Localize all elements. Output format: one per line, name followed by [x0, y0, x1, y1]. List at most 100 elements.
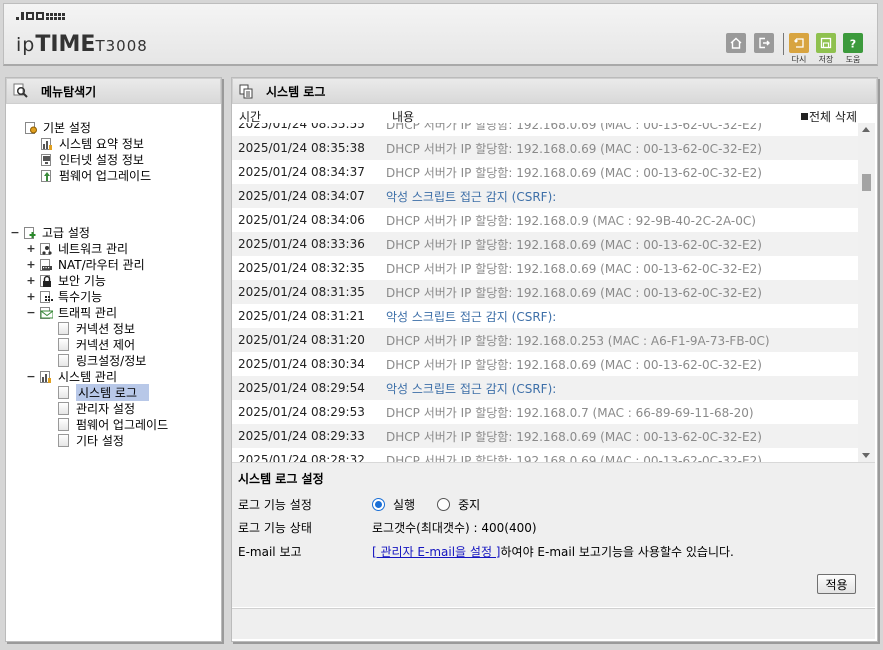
panel-footer	[232, 608, 875, 639]
tree-item-firmware-upgrade-basic[interactable]: 펌웨어 업그레이드	[41, 168, 151, 183]
bar-chart-icon	[41, 137, 54, 151]
log-message: DHCP 서버가 IP 할당함: 192.168.0.69 (MAC : 00-…	[386, 237, 762, 252]
radio-stop-label[interactable]: 중지	[458, 496, 480, 513]
help-icon: ?	[850, 38, 856, 51]
help-button[interactable]: ?	[843, 33, 863, 53]
tree-item-internet-info[interactable]: 인터넷 설정 정보	[41, 152, 144, 167]
radio-run-label[interactable]: 실행	[393, 496, 415, 513]
log-status-row: 로그 기능 상태 로그갯수(최대갯수) : 400(400)	[238, 519, 537, 536]
tree-item-connection-control[interactable]: 커넥션 제어	[58, 337, 135, 352]
log-row: 2025/01/24 08:31:20 DHCP 서버가 IP 할당함: 192.…	[232, 328, 858, 352]
expand-toggle[interactable]: +	[26, 258, 36, 271]
admin-email-link[interactable]: [ 관리자 E-mail을 설정 ]	[372, 543, 501, 560]
log-time: 2025/01/24 08:34:06	[238, 213, 365, 227]
tree-item-traffic[interactable]: − 트래픽 관리	[26, 305, 117, 320]
expand-toggle[interactable]: +	[26, 290, 36, 303]
router-icon	[40, 258, 53, 272]
collapse-toggle[interactable]: −	[10, 226, 20, 239]
scroll-up-icon[interactable]	[862, 127, 870, 132]
tree-item-system-management[interactable]: − 시스템 관리	[26, 369, 117, 384]
log-alert-message: 악성 스크립트 접근 감지 (CSRF):	[386, 189, 557, 204]
tree-item-admin-settings[interactable]: 관리자 설정	[58, 401, 135, 416]
tree-group-basic[interactable]: 기본 설정	[25, 120, 91, 135]
collapse-toggle[interactable]: −	[26, 370, 36, 383]
logout-icon	[759, 37, 770, 49]
log-message: DHCP 서버가 IP 할당함: 192.168.0.69 (MAC : 00-…	[386, 141, 762, 156]
tree-item-network[interactable]: + 네트워크 관리	[26, 241, 128, 256]
bar-chart-icon	[40, 370, 53, 384]
delete-square-icon	[801, 113, 809, 120]
log-time: 2025/01/24 08:30:34	[238, 357, 365, 371]
copy-pages-icon	[239, 84, 254, 99]
log-row: 2025/01/24 08:30:34 DHCP 서버가 IP 할당함: 192.…	[232, 352, 858, 376]
log-message: DHCP 서버가 IP 할당함: 192.168.0.69 (MAC : 00-…	[386, 429, 762, 444]
log-time: 2025/01/24 08:31:20	[238, 333, 365, 347]
scroll-thumb[interactable]	[862, 174, 871, 191]
save-button[interactable]	[816, 33, 836, 53]
expand-toggle[interactable]: +	[26, 274, 36, 287]
system-log-panel: 시스템 로그 시간 내용 전체 삭제 2025/01/24 08:35:55 DH…	[231, 77, 878, 642]
tree-item-nat-router[interactable]: + NAT/라우터 관리	[26, 257, 144, 272]
log-time: 2025/01/24 08:28:32	[238, 453, 365, 462]
log-time: 2025/01/24 08:29:33	[238, 429, 365, 443]
log-row: 2025/01/24 08:31:21 악성 스크립트 접근 감지 (CSRF):	[232, 304, 858, 328]
log-message: DHCP 서버가 IP 할당함: 192.168.0.253 (MAC : A6…	[386, 333, 770, 348]
apply-button[interactable]: 적용	[817, 574, 856, 594]
log-status-value: 로그갯수(최대갯수) : 400(400)	[372, 521, 537, 535]
log-function-row: 로그 기능 설정 실행 중지	[238, 496, 480, 513]
reload-button[interactable]	[789, 33, 809, 53]
page-icon	[58, 354, 69, 367]
log-row: 2025/01/24 08:28:32 DHCP 서버가 IP 할당함: 192.…	[232, 448, 858, 462]
network-icon	[40, 242, 53, 256]
help-label: 도움	[845, 55, 861, 64]
save-label: 저장	[818, 55, 834, 64]
log-row: 2025/01/24 08:29:54 악성 스크립트 접근 감지 (CSRF):	[232, 376, 858, 400]
log-list[interactable]: 2025/01/24 08:35:55 DHCP 서버가 IP 할당함: 192.…	[232, 123, 875, 462]
scroll-down-icon[interactable]	[862, 453, 870, 458]
folder-gear-icon	[25, 121, 38, 135]
log-time: 2025/01/24 08:31:21	[238, 309, 365, 323]
tree-group-advanced[interactable]: − 고급 설정	[10, 225, 90, 240]
radio-stop[interactable]	[437, 498, 451, 511]
tree-item-connection-info[interactable]: 커넥션 정보	[58, 321, 135, 336]
home-button[interactable]	[726, 33, 746, 53]
menu-explorer: 메뉴탐색기 기본 설정 시스템 요약 정보 인터넷 설정 정보 펌웨어 업그레이…	[5, 77, 222, 642]
tree-item-other-settings[interactable]: 기타 설정	[58, 433, 124, 448]
svg-text:?: ?	[850, 38, 856, 51]
log-time: 2025/01/24 08:35:38	[238, 141, 365, 155]
page-icon	[58, 338, 69, 351]
collapse-toggle[interactable]: −	[26, 306, 36, 319]
page-icon	[58, 418, 69, 431]
log-message: DHCP 서버가 IP 할당함: 192.168.0.69 (MAC : 00-…	[386, 165, 762, 180]
tree-item-special[interactable]: + 특수기능	[26, 289, 102, 304]
log-row: 2025/01/24 08:32:35 DHCP 서버가 IP 할당함: 192.…	[232, 256, 858, 280]
tree-item-firmware-upgrade[interactable]: 펌웨어 업그레이드	[58, 417, 168, 432]
log-time: 2025/01/24 08:34:07	[238, 189, 365, 203]
tree-item-system-log[interactable]: 시스템 로그	[58, 384, 150, 401]
log-time: 2025/01/24 08:29:54	[238, 381, 365, 395]
log-message: DHCP 서버가 IP 할당함: 192.168.0.69 (MAC : 00-…	[386, 357, 762, 372]
tree-item-system-summary[interactable]: 시스템 요약 정보	[41, 136, 144, 151]
tree-item-link-settings[interactable]: 링크설정/정보	[58, 353, 146, 368]
page-icon	[58, 402, 69, 415]
email-report-label: E-mail 보고	[238, 545, 302, 559]
log-message: DHCP 서버가 IP 할당함: 192.168.0.69 (MAC : 00-…	[386, 261, 762, 276]
expand-toggle[interactable]: +	[26, 242, 36, 255]
home-icon	[730, 37, 742, 49]
tree-item-security[interactable]: + 보안 기능	[26, 273, 106, 288]
email-report-text: 하여야 E-mail 보고기능을 사용할수 있습니다.	[500, 545, 734, 559]
reload-icon	[794, 38, 804, 48]
log-message: DHCP 서버가 IP 할당함: 192.168.0.69 (MAC : 00-…	[386, 285, 762, 300]
log-alert-message: 악성 스크립트 접근 감지 (CSRF):	[386, 309, 557, 324]
log-row: 2025/01/24 08:29:33 DHCP 서버가 IP 할당함: 192.…	[232, 424, 858, 448]
radio-run[interactable]	[372, 498, 385, 511]
panel-title: 시스템 로그	[266, 84, 326, 99]
log-function-label: 로그 기능 설정	[238, 498, 312, 512]
log-row: 2025/01/24 08:34:07 악성 스크립트 접근 감지 (CSRF):	[232, 184, 858, 208]
envelope-icon	[40, 306, 54, 320]
log-row: 2025/01/24 08:33:36 DHCP 서버가 IP 할당함: 192.…	[232, 232, 858, 256]
logout-button[interactable]	[754, 33, 774, 53]
log-scrollbar[interactable]	[858, 123, 875, 462]
menu-tree: 기본 설정 시스템 요약 정보 인터넷 설정 정보 펌웨어 업그레이드 − 고급…	[6, 78, 221, 641]
folder-plus-icon	[24, 226, 37, 240]
